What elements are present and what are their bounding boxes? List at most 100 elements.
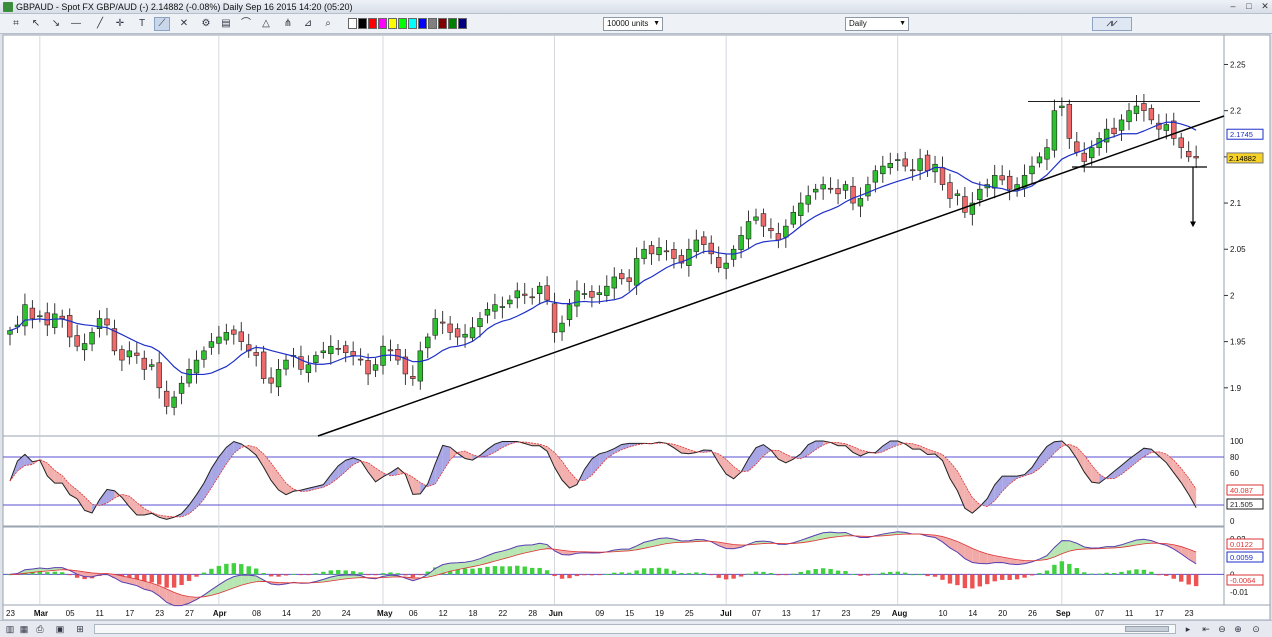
- candle-up: [22, 304, 28, 327]
- close-icon[interactable]: ⊗: [44, 36, 53, 47]
- pitchfork-icon[interactable]: ⋔: [280, 17, 296, 31]
- settings-icon[interactable]: ⊟: [84, 436, 93, 447]
- macd-fill: [793, 540, 801, 544]
- macd-fill: [614, 549, 622, 552]
- ma-tag-label: 2.1745: [1230, 130, 1253, 139]
- last-price-tag: [1226, 152, 1264, 164]
- wrench-icon[interactable]: ⚒: [26, 36, 35, 47]
- chart-type-icon[interactable]: ▥: [4, 623, 16, 635]
- macd-fill: [1069, 540, 1077, 552]
- candle-up: [208, 341, 215, 348]
- pointer-icon[interactable]: ↖: [28, 17, 44, 31]
- candle-down: [947, 182, 953, 199]
- settings-icon[interactable]: ⊟: [75, 527, 84, 538]
- x-tick-label: 10: [939, 609, 948, 618]
- color-swatch[interactable]: [438, 18, 447, 29]
- x-tick-label: 23: [155, 609, 164, 618]
- ruler-icon[interactable]: ⌗: [8, 17, 24, 31]
- color-swatch[interactable]: [358, 18, 367, 29]
- arc-icon[interactable]: ⌒: [238, 17, 254, 31]
- candle-up: [1126, 110, 1132, 123]
- macd-fill: [591, 552, 600, 554]
- color-swatch[interactable]: [348, 18, 357, 29]
- erase-icon[interactable]: ▤: [218, 17, 234, 31]
- macd-fill: [323, 577, 331, 582]
- candle-up: [880, 165, 886, 175]
- settings-icon[interactable]: ⊟: [35, 36, 44, 47]
- stoch-fill: [905, 442, 913, 450]
- trendline-icon[interactable]: ╱: [92, 17, 108, 31]
- color-swatch[interactable]: [398, 18, 407, 29]
- time-scrollbar[interactable]: [94, 624, 1176, 634]
- color-swatch[interactable]: [458, 18, 467, 29]
- candle-down: [939, 167, 946, 185]
- color-swatch[interactable]: [388, 18, 397, 29]
- color-swatch[interactable]: [428, 18, 437, 29]
- gann-icon[interactable]: ⊿: [300, 17, 316, 31]
- candle-up: [469, 327, 476, 339]
- cross-icon[interactable]: ✛: [112, 17, 128, 31]
- macd-fill: [47, 567, 55, 571]
- color-swatch[interactable]: [378, 18, 387, 29]
- macd-histogram-bar: [716, 574, 721, 578]
- zoom-reset-icon[interactable]: ⊙: [1250, 623, 1262, 635]
- zoom-out-icon[interactable]: ⊖: [1216, 623, 1228, 635]
- stoch-fill: [1039, 446, 1047, 469]
- channel-icon[interactable]: ⟋: [154, 17, 170, 31]
- print-icon[interactable]: ⎙: [34, 623, 46, 635]
- color-swatch[interactable]: [448, 18, 457, 29]
- stoch-fill: [629, 443, 637, 448]
- candle-up: [1089, 147, 1095, 159]
- chart-style-icon[interactable]: ⩘⩗: [1092, 17, 1132, 31]
- macd-histogram-bar: [45, 572, 50, 575]
- draw-icon[interactable]: ↘: [48, 17, 64, 31]
- color-swatch[interactable]: [408, 18, 417, 29]
- y-tick-label: 1.9: [1230, 384, 1242, 393]
- export-icon[interactable]: ▣: [54, 623, 66, 635]
- close-button[interactable]: ✕: [1258, 1, 1272, 12]
- macd-fill: [77, 570, 85, 577]
- minimize-button[interactable]: –: [1226, 1, 1240, 12]
- macd-histogram-bar: [731, 574, 736, 579]
- units-dropdown[interactable]: 10000 units ▼: [603, 17, 663, 31]
- zoom-in-icon[interactable]: ⊕: [1232, 623, 1244, 635]
- close-icon[interactable]: ⊗: [93, 436, 102, 447]
- zoom-fit-icon[interactable]: ⇤: [1200, 623, 1212, 635]
- text-tool-icon[interactable]: T: [134, 17, 150, 31]
- candle-down: [134, 352, 140, 356]
- macd-fill: [218, 580, 227, 594]
- fibonacci-icon[interactable]: ✕: [176, 17, 192, 31]
- color-swatch[interactable]: [368, 18, 377, 29]
- grid-icon[interactable]: ⊞: [74, 623, 86, 635]
- magnifier-icon[interactable]: ⌕: [320, 17, 336, 31]
- macd-histogram-bar: [970, 574, 975, 589]
- macd-histogram-bar: [470, 568, 475, 575]
- stoch-fill: [136, 502, 145, 515]
- macd-histogram-bar: [425, 571, 430, 575]
- line-icon[interactable]: ―: [68, 17, 84, 31]
- wrench-icon[interactable]: ⚒: [66, 527, 75, 538]
- period-dropdown[interactable]: Daily ▼: [845, 17, 909, 31]
- triangle-icon[interactable]: △: [258, 17, 274, 31]
- color-swatch[interactable]: [418, 18, 427, 29]
- candle-up: [895, 159, 901, 161]
- close-icon[interactable]: ⊗: [84, 527, 93, 538]
- stoch-fill: [1002, 476, 1010, 492]
- shapes-icon[interactable]: ⚙: [198, 17, 214, 31]
- layout-icon[interactable]: ▦: [18, 623, 30, 635]
- macd-fill: [756, 541, 764, 545]
- macd-fill: [979, 551, 988, 564]
- scroll-thumb[interactable]: [1125, 626, 1169, 632]
- macd-histogram-bar: [276, 574, 281, 577]
- macd-fill: [726, 543, 734, 549]
- stoch-fill: [547, 446, 555, 468]
- wrench-icon[interactable]: ⚒: [75, 436, 84, 447]
- macd-histogram-bar: [589, 574, 595, 576]
- macd-histogram-bar: [910, 574, 915, 576]
- scroll-right-icon[interactable]: ▸: [1182, 623, 1194, 635]
- macd-fill: [718, 542, 727, 549]
- stoch-fill: [688, 449, 697, 454]
- macd-histogram-bar: [149, 574, 154, 583]
- candle-up: [283, 359, 289, 370]
- maximize-button[interactable]: □: [1242, 1, 1256, 12]
